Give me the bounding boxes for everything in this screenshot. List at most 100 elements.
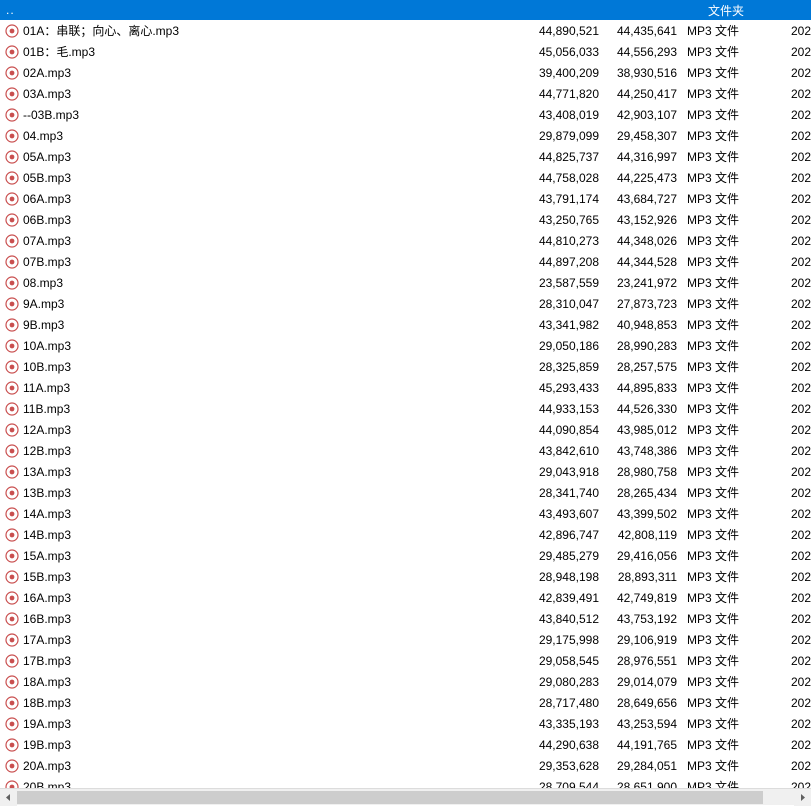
file-row[interactable]: 07A.mp344,810,27344,348,026MP3 文件202 — [0, 230, 811, 251]
mp3-file-icon — [4, 380, 20, 396]
file-date: 202 — [773, 570, 811, 584]
file-name: 05B.mp3 — [23, 171, 527, 185]
mp3-file-icon — [4, 401, 20, 417]
file-date: 202 — [773, 612, 811, 626]
column-header-row[interactable]: .. 文件夹 — [0, 0, 811, 20]
scroll-right-button[interactable] — [794, 789, 811, 806]
file-row[interactable]: 11A.mp345,293,43344,895,833MP3 文件202 — [0, 377, 811, 398]
file-row[interactable]: 11B.mp344,933,15344,526,330MP3 文件202 — [0, 398, 811, 419]
file-row[interactable]: 19B.mp344,290,63844,191,765MP3 文件202 — [0, 734, 811, 755]
mp3-file-icon — [4, 275, 20, 291]
column-header-name[interactable]: .. — [0, 3, 651, 17]
file-row[interactable]: 05A.mp344,825,73744,316,997MP3 文件202 — [0, 146, 811, 167]
mp3-file-icon — [4, 212, 20, 228]
file-size-original: 29,080,283 — [527, 675, 605, 689]
mp3-file-icon — [4, 737, 20, 753]
scrollbar-track[interactable] — [17, 789, 794, 806]
file-size-original: 43,250,765 — [527, 213, 605, 227]
file-row[interactable]: 19A.mp343,335,19343,253,594MP3 文件202 — [0, 713, 811, 734]
scroll-left-button[interactable] — [0, 789, 17, 806]
file-row[interactable]: 9A.mp328,310,04727,873,723MP3 文件202 — [0, 293, 811, 314]
mp3-file-icon — [4, 170, 20, 186]
file-size-packed: 42,749,819 — [605, 591, 683, 605]
file-row[interactable]: 06A.mp343,791,17443,684,727MP3 文件202 — [0, 188, 811, 209]
file-type: MP3 文件 — [683, 148, 773, 165]
file-row[interactable]: 20A.mp329,353,62829,284,051MP3 文件202 — [0, 755, 811, 776]
file-size-packed: 28,649,656 — [605, 696, 683, 710]
file-size-packed: 43,399,502 — [605, 507, 683, 521]
file-name: 18A.mp3 — [23, 675, 527, 689]
file-row[interactable]: 17A.mp329,175,99829,106,919MP3 文件202 — [0, 629, 811, 650]
file-size-packed: 28,651,900 — [605, 780, 683, 789]
file-type: MP3 文件 — [683, 22, 773, 39]
mp3-file-icon — [4, 44, 20, 60]
file-size-original: 44,090,854 — [527, 423, 605, 437]
file-row[interactable]: 14B.mp342,896,74742,808,119MP3 文件202 — [0, 524, 811, 545]
file-date: 202 — [773, 696, 811, 710]
file-row[interactable]: 13A.mp329,043,91828,980,758MP3 文件202 — [0, 461, 811, 482]
file-type: MP3 文件 — [683, 505, 773, 522]
file-name: 04.mp3 — [23, 129, 527, 143]
file-row[interactable]: 16B.mp343,840,51243,753,192MP3 文件202 — [0, 608, 811, 629]
file-row[interactable]: 12A.mp344,090,85443,985,012MP3 文件202 — [0, 419, 811, 440]
file-row[interactable]: 14A.mp343,493,60743,399,502MP3 文件202 — [0, 503, 811, 524]
file-size-packed: 44,225,473 — [605, 171, 683, 185]
file-row[interactable]: --03B.mp343,408,01942,903,107MP3 文件202 — [0, 104, 811, 125]
mp3-file-icon — [4, 359, 20, 375]
mp3-file-icon — [4, 653, 20, 669]
file-row[interactable]: 9B.mp343,341,98240,948,853MP3 文件202 — [0, 314, 811, 335]
file-row[interactable]: 08.mp323,587,55923,241,972MP3 文件202 — [0, 272, 811, 293]
file-name: 12A.mp3 — [23, 423, 527, 437]
chevron-right-icon — [799, 794, 806, 801]
file-date: 202 — [773, 192, 811, 206]
file-row[interactable]: 12B.mp343,842,61043,748,386MP3 文件202 — [0, 440, 811, 461]
column-header-kind[interactable]: 文件夹 — [651, 2, 811, 19]
file-row[interactable]: 07B.mp344,897,20844,344,528MP3 文件202 — [0, 251, 811, 272]
file-name: 11B.mp3 — [23, 402, 527, 416]
file-row[interactable]: 18B.mp328,717,48028,649,656MP3 文件202 — [0, 692, 811, 713]
mp3-file-icon — [4, 464, 20, 480]
file-size-original: 28,948,198 — [527, 570, 605, 584]
file-row[interactable]: 20B.mp328,709,54428,651,900MP3 文件202 — [0, 776, 811, 788]
file-size-original: 44,897,208 — [527, 255, 605, 269]
file-size-packed: 42,808,119 — [605, 528, 683, 542]
file-date: 202 — [773, 654, 811, 668]
chevron-left-icon — [5, 794, 12, 801]
file-name: 14A.mp3 — [23, 507, 527, 521]
file-size-packed: 23,241,972 — [605, 276, 683, 290]
file-row[interactable]: 01B：毛.mp345,056,03344,556,293MP3 文件202 — [0, 41, 811, 62]
file-size-original: 44,290,638 — [527, 738, 605, 752]
file-row[interactable]: 17B.mp329,058,54528,976,551MP3 文件202 — [0, 650, 811, 671]
file-name: 19B.mp3 — [23, 738, 527, 752]
file-row[interactable]: 03A.mp344,771,82044,250,417MP3 文件202 — [0, 83, 811, 104]
file-date: 202 — [773, 276, 811, 290]
file-row[interactable]: 10B.mp328,325,85928,257,575MP3 文件202 — [0, 356, 811, 377]
file-date: 202 — [773, 108, 811, 122]
file-type: MP3 文件 — [683, 295, 773, 312]
file-row[interactable]: 10A.mp329,050,18628,990,283MP3 文件202 — [0, 335, 811, 356]
file-row[interactable]: 04.mp329,879,09929,458,307MP3 文件202 — [0, 125, 811, 146]
file-type: MP3 文件 — [683, 211, 773, 228]
file-name: 16B.mp3 — [23, 612, 527, 626]
file-name: 07B.mp3 — [23, 255, 527, 269]
horizontal-scrollbar[interactable] — [0, 788, 811, 805]
file-row[interactable]: 05B.mp344,758,02844,225,473MP3 文件202 — [0, 167, 811, 188]
file-row[interactable]: 13B.mp328,341,74028,265,434MP3 文件202 — [0, 482, 811, 503]
file-row[interactable]: 01A：串联；向心、离心.mp344,890,52144,435,641MP3 … — [0, 20, 811, 41]
file-size-original: 29,175,998 — [527, 633, 605, 647]
file-type: MP3 文件 — [683, 778, 773, 788]
file-size-original: 43,408,019 — [527, 108, 605, 122]
file-type: MP3 文件 — [683, 400, 773, 417]
scrollbar-thumb[interactable] — [17, 791, 763, 804]
file-size-packed: 40,948,853 — [605, 318, 683, 332]
file-row[interactable]: 16A.mp342,839,49142,749,819MP3 文件202 — [0, 587, 811, 608]
file-name: 18B.mp3 — [23, 696, 527, 710]
file-row[interactable]: 06B.mp343,250,76543,152,926MP3 文件202 — [0, 209, 811, 230]
file-type: MP3 文件 — [683, 169, 773, 186]
file-row[interactable]: 15A.mp329,485,27929,416,056MP3 文件202 — [0, 545, 811, 566]
mp3-file-icon — [4, 548, 20, 564]
file-row[interactable]: 15B.mp328,948,19828,893,311MP3 文件202 — [0, 566, 811, 587]
file-size-packed: 29,458,307 — [605, 129, 683, 143]
file-row[interactable]: 18A.mp329,080,28329,014,079MP3 文件202 — [0, 671, 811, 692]
file-row[interactable]: 02A.mp339,400,20938,930,516MP3 文件202 — [0, 62, 811, 83]
